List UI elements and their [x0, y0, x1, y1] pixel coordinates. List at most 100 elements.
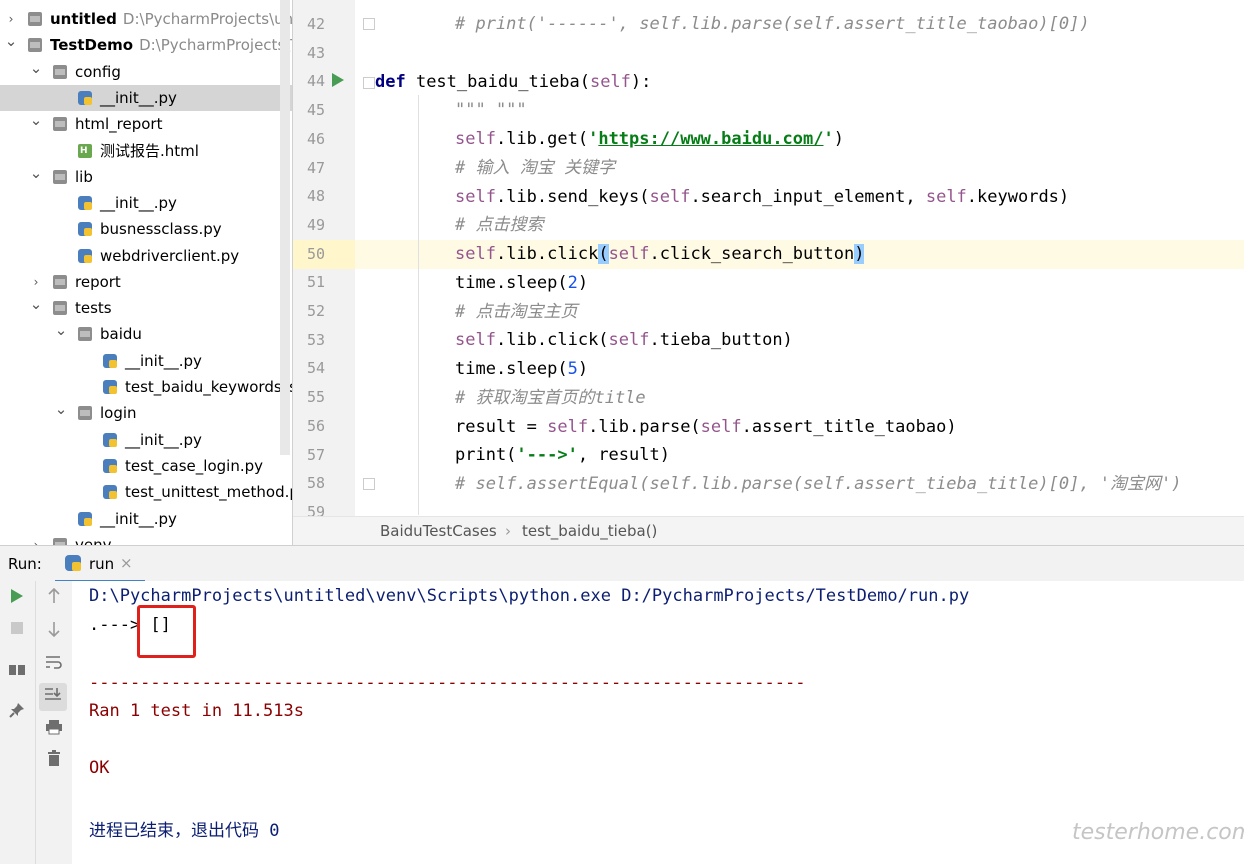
chevron-right-icon[interactable]: ›: [29, 532, 43, 545]
code-line-51: time.sleep(2): [455, 273, 589, 293]
chevron-right-icon[interactable]: ›: [29, 269, 43, 295]
folder-icon: [78, 327, 92, 341]
python-file-icon: [78, 91, 92, 105]
tree-item[interactable]: › report: [0, 269, 292, 295]
tree-item[interactable]: ⌄ login: [0, 400, 292, 426]
tree-item[interactable]: webdriverclient.py: [0, 243, 292, 269]
indent-guide: [418, 95, 419, 515]
tree-item-path: D:\PycharmProjects\untit: [122, 10, 293, 28]
python-file-icon: [103, 433, 117, 447]
run-panel-label: Run:: [8, 555, 42, 573]
tree-item[interactable]: › untitled D:\PycharmProjects\untit: [0, 6, 292, 32]
python-file-icon: [103, 485, 117, 499]
folder-icon: [78, 406, 92, 420]
tree-item-label: report: [75, 273, 121, 291]
scroll-to-end-button[interactable]: [39, 683, 67, 711]
fold-icon[interactable]: [363, 18, 375, 30]
tree-item[interactable]: › venv: [0, 532, 292, 545]
tab-run[interactable]: run ×: [55, 546, 145, 583]
tree-item-label: __init__.py: [100, 194, 177, 212]
tree-item-label: 测试报告.html: [100, 142, 199, 160]
tree-item[interactable]: __init__.py: [0, 427, 292, 453]
chevron-down-icon[interactable]: ⌄: [54, 321, 68, 347]
tree-item[interactable]: ⌄ html_report: [0, 111, 292, 137]
soft-wrap-icon[interactable]: [43, 654, 65, 676]
watermark: testerhome.com: [1072, 820, 1244, 845]
tree-item-label: test_unittest_method.p: [125, 483, 293, 501]
tree-item[interactable]: test_baidu_keywords_s: [0, 374, 292, 400]
breadcrumb: BaiduTestCases › test_baidu_tieba(): [293, 516, 1244, 546]
folder-icon: [28, 12, 42, 26]
tree-item[interactable]: busnessclass.py: [0, 216, 292, 242]
tree-item[interactable]: ⌄ config: [0, 59, 292, 85]
tree-item[interactable]: 测试报告.html: [0, 138, 292, 164]
chevron-down-icon[interactable]: ⌄: [29, 295, 43, 321]
close-icon[interactable]: ×: [120, 554, 133, 572]
line-number: 49: [306, 215, 325, 234]
rerun-button[interactable]: [6, 588, 28, 610]
code-line-42: # print('------', self.lib.parse(self.as…: [455, 14, 1090, 34]
tree-item-label: untitled D:\PycharmProjects\untit: [50, 6, 293, 32]
console-line: ----------------------------------------…: [89, 673, 806, 693]
tree-item[interactable]: __init__.py: [0, 190, 292, 216]
console-toolbar: [36, 581, 72, 864]
tree-item-label: config: [75, 63, 121, 81]
line-number: 55: [306, 388, 325, 407]
python-icon-accent: [72, 562, 81, 571]
tree-item[interactable]: ⌄ tests: [0, 295, 292, 321]
python-file-icon: [78, 249, 92, 263]
line-number: 54: [306, 359, 325, 378]
breadcrumb-method[interactable]: test_baidu_tieba(): [522, 517, 657, 546]
tree-item[interactable]: ⌄ baidu: [0, 321, 292, 347]
code-line-46: self.lib.get('https://www.baidu.com/'): [455, 129, 844, 149]
python-file-icon: [103, 459, 117, 473]
fold-icon[interactable]: [363, 478, 375, 490]
chevron-down-icon[interactable]: ⌄: [54, 400, 68, 426]
python-file-icon: [78, 512, 92, 526]
tree-item[interactable]: test_case_login.py: [0, 453, 292, 479]
tree-item-label: test_case_login.py: [125, 457, 263, 475]
line-number: 48: [306, 187, 325, 206]
up-arrow-icon[interactable]: [43, 587, 65, 610]
code-line-49: # 点击搜索: [455, 215, 544, 235]
line-number: 47: [306, 158, 325, 177]
tree-item[interactable]: __init__.py: [0, 506, 292, 532]
breadcrumb-class[interactable]: BaiduTestCases: [380, 517, 497, 546]
chevron-down-icon[interactable]: ⌄: [29, 111, 43, 137]
print-icon[interactable]: [43, 719, 65, 741]
tree-item-label: webdriverclient.py: [100, 247, 240, 265]
breadcrumb-separator: ›: [505, 522, 511, 540]
fold-icon[interactable]: [363, 77, 375, 89]
line-number: 59: [306, 502, 325, 516]
code-editor[interactable]: 42 43 44 45 46 47 48 49 50 51 52 53 54 55 56 57 58 59 # p…: [293, 0, 1244, 516]
tree-item[interactable]: __init__.py: [0, 85, 292, 111]
layout-icon[interactable]: [6, 661, 28, 683]
console-line: OK: [89, 758, 110, 778]
tree-item-label: __init__.py: [125, 431, 202, 449]
tree-item[interactable]: __init__.py: [0, 348, 292, 374]
run-test-icon[interactable]: [332, 73, 344, 87]
tree-scrollbar[interactable]: [280, 0, 290, 455]
tree-item-label: baidu: [100, 325, 142, 343]
console-output[interactable]: D:\PycharmProjects\untitled\venv\Scripts…: [72, 581, 1244, 864]
code-line-55: # 获取淘宝首页的title: [455, 388, 646, 408]
folder-icon: [53, 275, 67, 289]
down-arrow-icon[interactable]: [43, 621, 65, 643]
chevron-down-icon[interactable]: ⌄: [4, 32, 18, 58]
tree-item-label: html_report: [75, 115, 163, 133]
chevron-down-icon[interactable]: ⌄: [29, 59, 43, 85]
code-line-47: # 输入 淘宝 关键字: [455, 158, 615, 178]
trash-icon[interactable]: [43, 750, 65, 772]
line-number: 52: [306, 302, 325, 320]
chevron-right-icon[interactable]: ›: [4, 6, 18, 32]
pin-icon[interactable]: [6, 702, 28, 724]
python-file-icon: [78, 196, 92, 210]
tree-item-label: __init__.py: [100, 510, 177, 528]
tree-item[interactable]: ⌄ TestDemo D:\PycharmProjects\T: [0, 32, 292, 58]
tree-item[interactable]: ⌄ lib: [0, 164, 292, 190]
tree-item[interactable]: test_unittest_method.p: [0, 479, 292, 505]
stop-button[interactable]: [6, 619, 28, 641]
run-toolbar: [0, 581, 36, 864]
chevron-down-icon[interactable]: ⌄: [29, 164, 43, 190]
tree-item-label: busnessclass.py: [100, 220, 222, 238]
